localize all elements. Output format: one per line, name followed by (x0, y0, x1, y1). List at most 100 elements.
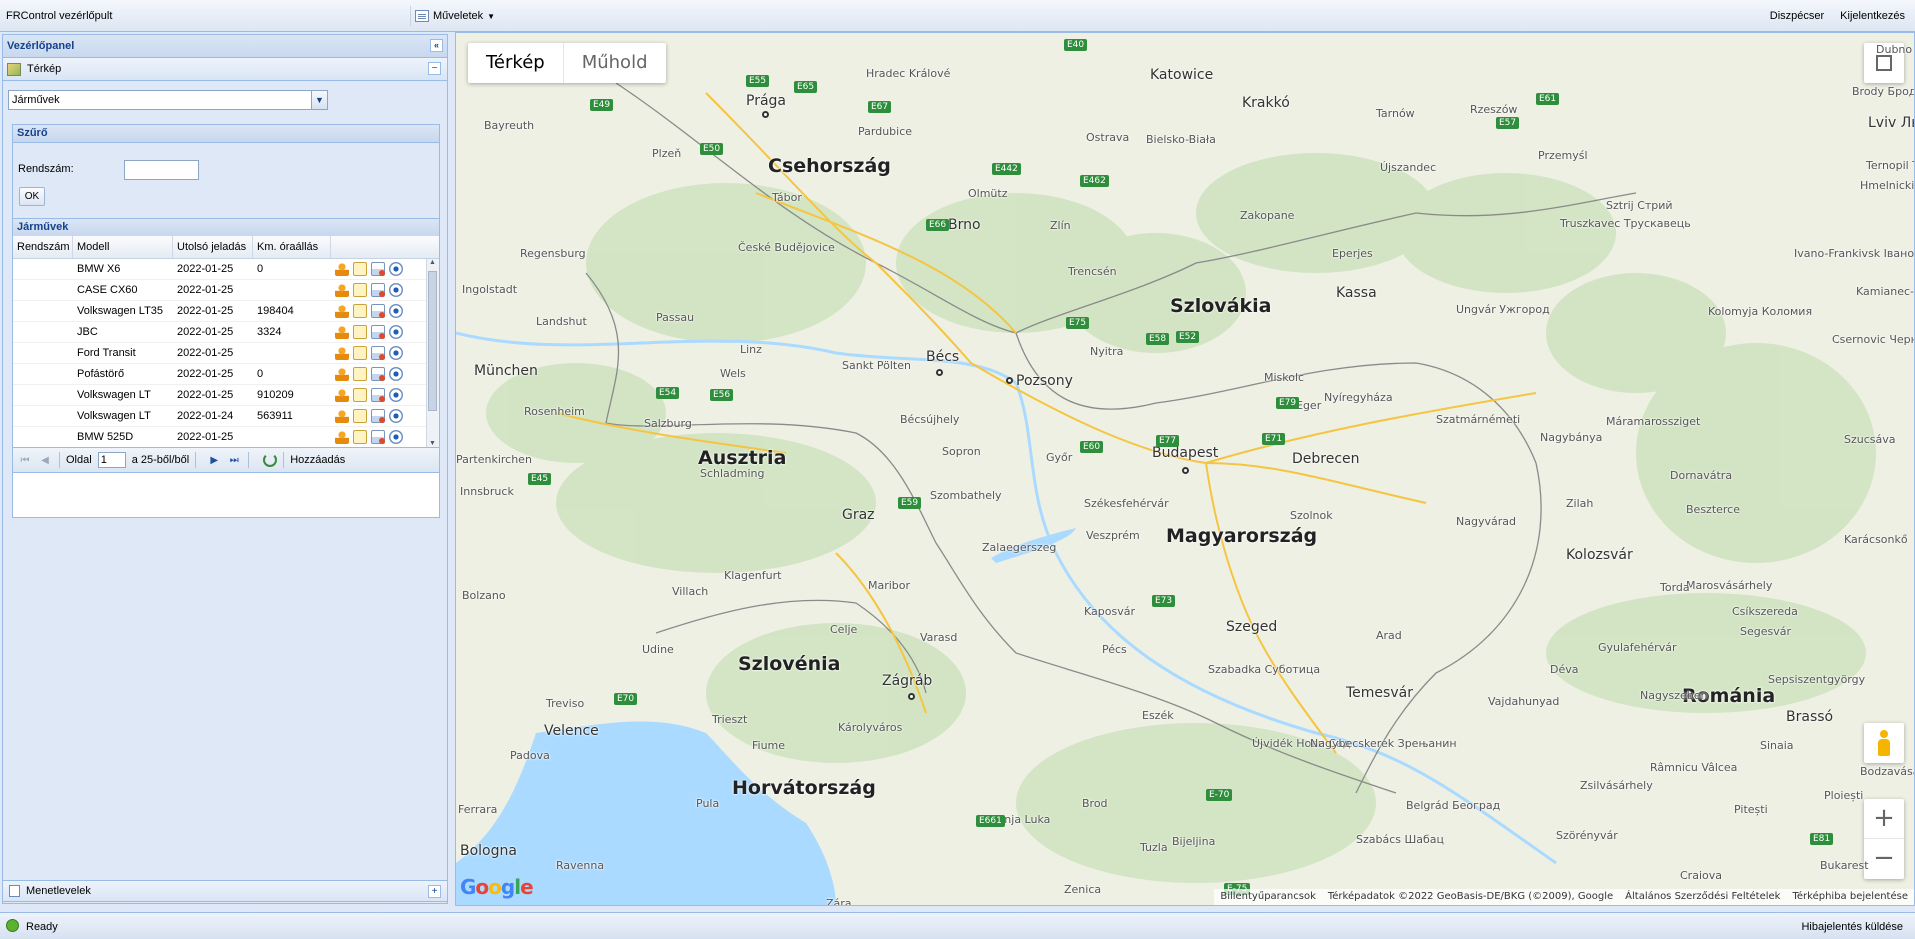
zoom-out-button[interactable]: − (1864, 839, 1904, 879)
route-icon[interactable] (371, 346, 385, 360)
combo-trigger-button[interactable]: ▼ (311, 90, 328, 110)
road-shield: E67 (868, 101, 892, 113)
route-icon[interactable] (371, 283, 385, 297)
eye-icon[interactable] (389, 388, 403, 402)
table-row[interactable]: Volkswagen LT 2022-01-24 563911 (13, 406, 427, 427)
route-icon[interactable] (371, 304, 385, 318)
column-header-actions (331, 236, 439, 258)
eye-icon[interactable] (389, 346, 403, 360)
scroll-down-icon[interactable]: ▼ (429, 440, 436, 447)
table-row[interactable]: JBC 2022-01-25 3324 (13, 322, 427, 343)
city-label: Bijeljina (1172, 835, 1216, 848)
dispatcher-link[interactable]: Diszpécser (1770, 10, 1824, 22)
route-icon[interactable] (371, 430, 385, 444)
table-row[interactable]: BMW 525D 2022-01-25 (13, 427, 427, 447)
scroll-thumb[interactable] (428, 271, 437, 411)
prev-page-icon[interactable]: ◀ (37, 455, 53, 466)
map-section-header[interactable]: Térkép − (3, 58, 447, 81)
table-row[interactable]: Ford Transit 2022-01-25 (13, 343, 427, 364)
driver-icon[interactable] (335, 409, 349, 423)
city-label: Bielsko-Biała (1146, 133, 1216, 146)
send-bug-report-link[interactable]: Hibajelentés küldése (1801, 921, 1903, 933)
map-type-satellite[interactable]: Műhold (562, 43, 666, 83)
driver-icon[interactable] (335, 367, 349, 381)
city-label: Pitești (1734, 803, 1768, 816)
control-panel: Vezérlőpanel « Térkép − Járművek ▼ Szűrő… (2, 34, 448, 904)
refresh-icon[interactable] (263, 453, 278, 467)
table-row[interactable]: Volkswagen LT 2022-01-25 910209 (13, 385, 427, 406)
map-type-roadmap[interactable]: Térkép (468, 43, 563, 83)
pager-separator (283, 452, 285, 468)
city-label: Karácsonkő (1844, 533, 1908, 546)
city-label: Zenica (1064, 883, 1102, 896)
report-map-error-link[interactable]: Térképhiba bejelentése (1792, 889, 1908, 905)
collapse-section-button[interactable]: − (428, 62, 441, 75)
logout-link[interactable]: Kijelentkezés (1840, 10, 1905, 22)
city-label: Szabács Шабац (1356, 833, 1445, 846)
eye-icon[interactable] (389, 283, 403, 297)
column-header-last-signal[interactable]: Utolsó jeladás (173, 236, 253, 258)
eye-icon[interactable] (389, 367, 403, 381)
filter-ok-button[interactable]: OK (19, 187, 45, 206)
waybills-section-header[interactable]: Menetlevelek + (2, 880, 448, 902)
expand-section-button[interactable]: + (428, 885, 441, 898)
terms-link[interactable]: Általános Szerződési Feltételek (1625, 889, 1780, 905)
row-actions (331, 346, 427, 360)
column-header-odometer[interactable]: Km. óraállás (253, 236, 331, 258)
edit-icon[interactable] (353, 304, 367, 318)
column-header-model[interactable]: Modell (73, 236, 173, 258)
column-header-plate[interactable]: Rendszám (13, 236, 73, 258)
edit-icon[interactable] (353, 409, 367, 423)
table-row[interactable]: Pofástörő 2022-01-25 0 (13, 364, 427, 385)
last-page-icon[interactable]: ⏭ (226, 455, 242, 466)
driver-icon[interactable] (335, 346, 349, 360)
eye-icon[interactable] (389, 304, 403, 318)
driver-icon[interactable] (335, 304, 349, 318)
layer-combo[interactable]: Járművek ▼ (8, 90, 328, 110)
driver-icon[interactable] (335, 388, 349, 402)
route-icon[interactable] (371, 262, 385, 276)
edit-icon[interactable] (353, 283, 367, 297)
next-page-icon[interactable]: ▶ (206, 455, 222, 466)
page-label: Oldal (66, 454, 92, 466)
driver-icon[interactable] (335, 283, 349, 297)
operations-menu-button[interactable]: Műveletek ▼ (410, 6, 501, 26)
scroll-up-icon[interactable]: ▲ (429, 259, 436, 266)
edit-icon[interactable] (353, 388, 367, 402)
driver-icon[interactable] (335, 325, 349, 339)
route-icon[interactable] (371, 388, 385, 402)
keyboard-shortcuts-link[interactable]: Billentyűparancsok (1220, 889, 1316, 905)
eye-icon[interactable] (389, 430, 403, 444)
eye-icon[interactable] (389, 262, 403, 276)
edit-icon[interactable] (353, 367, 367, 381)
route-icon[interactable] (371, 325, 385, 339)
collapse-panel-button[interactable]: « (430, 39, 443, 52)
table-row[interactable]: Volkswagen LT35 2022-01-25 198404 (13, 301, 427, 322)
street-view-pegman-icon[interactable] (1864, 723, 1904, 763)
country-label: Ausztria (698, 447, 787, 469)
edit-icon[interactable] (353, 262, 367, 276)
row-actions (331, 325, 427, 339)
eye-icon[interactable] (389, 325, 403, 339)
cell-last-signal: 2022-01-25 (177, 389, 234, 401)
edit-icon[interactable] (353, 325, 367, 339)
edit-icon[interactable] (353, 346, 367, 360)
driver-icon[interactable] (335, 262, 349, 276)
zoom-in-button[interactable]: + (1864, 799, 1904, 839)
list-icon (9, 885, 20, 897)
page-number-input[interactable]: 1 (97, 452, 126, 468)
route-icon[interactable] (371, 367, 385, 381)
city-label: Bayreuth (484, 119, 535, 132)
edit-icon[interactable] (353, 430, 367, 444)
table-row[interactable]: CASE CX60 2022-01-25 (13, 280, 427, 301)
first-page-icon[interactable]: ⏮ (17, 455, 33, 466)
grid-scrollbar[interactable]: ▲ ▼ (426, 259, 439, 447)
city-label: Craiova (1680, 869, 1722, 882)
driver-icon[interactable] (335, 430, 349, 444)
eye-icon[interactable] (389, 409, 403, 423)
add-vehicle-button[interactable]: Hozzáadás (290, 454, 345, 466)
map-view[interactable]: Térkép Műhold + − Csehország Szlovákia A… (455, 32, 1915, 906)
route-icon[interactable] (371, 409, 385, 423)
table-row[interactable]: BMW X6 2022-01-25 0 (13, 259, 427, 280)
plate-input[interactable] (124, 160, 199, 180)
